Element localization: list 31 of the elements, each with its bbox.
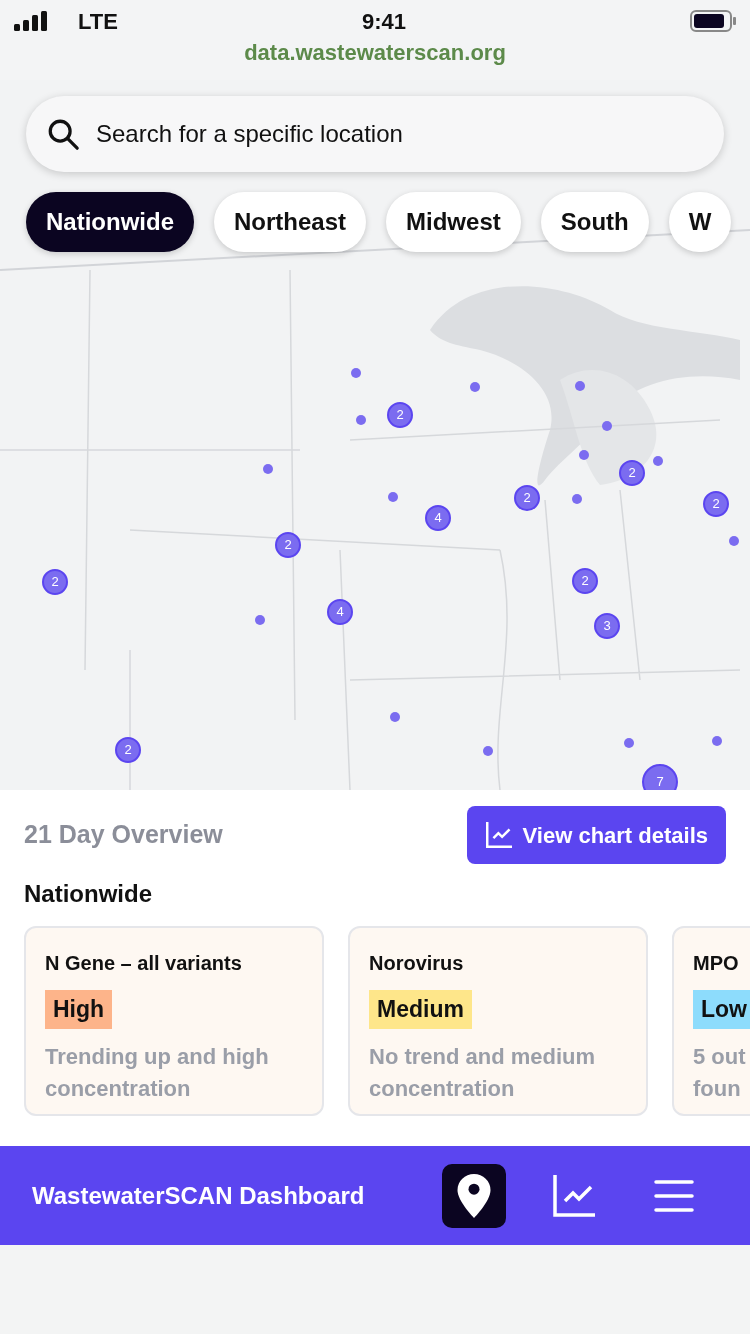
line-chart-icon: [484, 822, 513, 848]
pathogen-name: MPO: [693, 951, 739, 976]
region-chip[interactable]: Nationwide: [26, 192, 194, 252]
trend-description: 5 out foun: [693, 1042, 746, 1103]
search-icon: [46, 117, 80, 151]
overview-title: 21 Day Overview: [24, 819, 223, 851]
level-badge: High: [45, 990, 113, 1029]
region-chip[interactable]: Midwest: [386, 192, 521, 252]
region-heading: Nationwide: [24, 879, 153, 909]
menu-icon: [654, 1178, 694, 1213]
trend-description: Trending up and high concentration: [45, 1042, 269, 1103]
pathogen-card[interactable]: Norovirus Medium No trend and medium concentration: [348, 926, 648, 1116]
network-label: LTE: [78, 7, 118, 36]
pathogen-card[interactable]: N Gene – all variants High Trending up and high concentration: [24, 926, 324, 1116]
url-text: data.wastewaterscan.org: [243, 39, 507, 67]
pathogen-name: Norovirus: [369, 951, 464, 976]
level-badge: Low: [693, 990, 750, 1029]
region-chip[interactable]: Northeast: [214, 192, 367, 252]
nav-tab[interactable]: [442, 1163, 506, 1228]
dashboard-title: WastewaterSCAN Dashboard: [32, 1180, 366, 1211]
pathogen-name: N Gene – all variants: [45, 951, 242, 976]
view-chart-button[interactable]: View chart details: [466, 806, 726, 864]
trend-description: No trend and medium concentration: [369, 1042, 596, 1103]
search-field[interactable]: Search for a specific location: [26, 96, 724, 172]
battery-icon: [690, 10, 736, 32]
clock: 9:41: [360, 7, 407, 36]
signal-icon: [14, 11, 48, 31]
location-pin-icon: [457, 1173, 491, 1218]
level-badge: Medium: [369, 990, 472, 1029]
line-chart-icon: [553, 1174, 595, 1217]
pathogen-card[interactable]: MPO Low 5 out foun: [672, 926, 750, 1116]
